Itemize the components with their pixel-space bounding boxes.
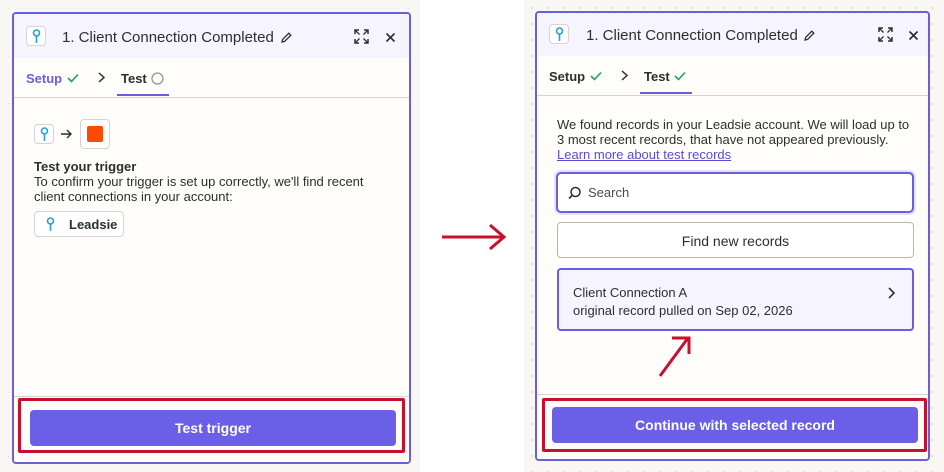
arrow-up-right-icon [658, 336, 691, 377]
right-tabs: Setup Test [537, 56, 928, 96]
highlight-annotation-test-trigger [18, 398, 405, 453]
expand-icon[interactable] [354, 29, 369, 44]
search-input[interactable]: Search [556, 172, 914, 213]
leadsie-key-icon [26, 26, 46, 46]
trigger-heading: Test your trigger [34, 159, 137, 174]
left-panel: 1. Client Connection Completed Setup Tes… [12, 12, 411, 464]
left-tabs: Setup Test [14, 58, 409, 98]
expand-icon[interactable] [878, 27, 893, 42]
records-info-line-2: 3 most recent records, that have not app… [557, 132, 889, 147]
left-panel-header: 1. Client Connection Completed [14, 14, 409, 58]
orange-square-icon [87, 126, 103, 142]
tab-test[interactable]: Test [644, 69, 670, 84]
chevron-right-icon [98, 72, 105, 83]
check-icon [674, 71, 686, 81]
tab-test-underline [640, 92, 692, 94]
check-icon [67, 73, 79, 83]
trigger-app-logo [80, 119, 110, 149]
panel-title: 1. Client Connection Completed [586, 27, 798, 44]
pencil-icon[interactable] [803, 29, 816, 42]
panel-title: 1. Client Connection Completed [62, 29, 274, 46]
right-panel-header: 1. Client Connection Completed [537, 13, 928, 57]
highlight-annotation-continue [542, 398, 927, 452]
tab-test-underline [117, 94, 169, 96]
trigger-description-line-2: client connections in your account: [34, 189, 233, 204]
record-title: Client Connection A [573, 285, 688, 300]
leadsie-key-icon [549, 24, 569, 44]
app-chip-label: Leadsie [69, 217, 118, 232]
circle-icon [151, 72, 164, 85]
leadsie-key-icon [46, 217, 55, 231]
learn-more-link[interactable]: Learn more about test records [557, 147, 731, 162]
find-new-records-button[interactable]: Find new records [557, 222, 914, 258]
chevron-right-icon [621, 70, 628, 81]
pencil-icon[interactable] [280, 31, 293, 44]
search-icon [568, 186, 581, 200]
chevron-right-icon [888, 287, 895, 299]
tab-setup[interactable]: Setup [26, 71, 62, 86]
trigger-description-line-1: To confirm your trigger is set up correc… [34, 174, 364, 189]
leadsie-key-icon [34, 124, 54, 144]
arrow-right-icon [442, 223, 507, 251]
arrow-right-icon [61, 129, 72, 139]
close-icon[interactable] [385, 32, 396, 43]
record-card[interactable]: Client Connection A original record pull… [557, 268, 914, 331]
search-placeholder: Search [588, 185, 630, 200]
tab-test[interactable]: Test [121, 71, 147, 86]
close-icon[interactable] [908, 30, 919, 41]
check-icon [590, 71, 602, 81]
records-info-line-1: We found records in your Leadsie account… [557, 117, 910, 132]
record-subtitle: original record pulled on Sep 02, 2026 [573, 303, 793, 318]
right-panel: 1. Client Connection Completed Setup Tes… [535, 11, 930, 461]
app-chip: Leadsie [34, 211, 124, 237]
tab-setup[interactable]: Setup [549, 69, 585, 84]
